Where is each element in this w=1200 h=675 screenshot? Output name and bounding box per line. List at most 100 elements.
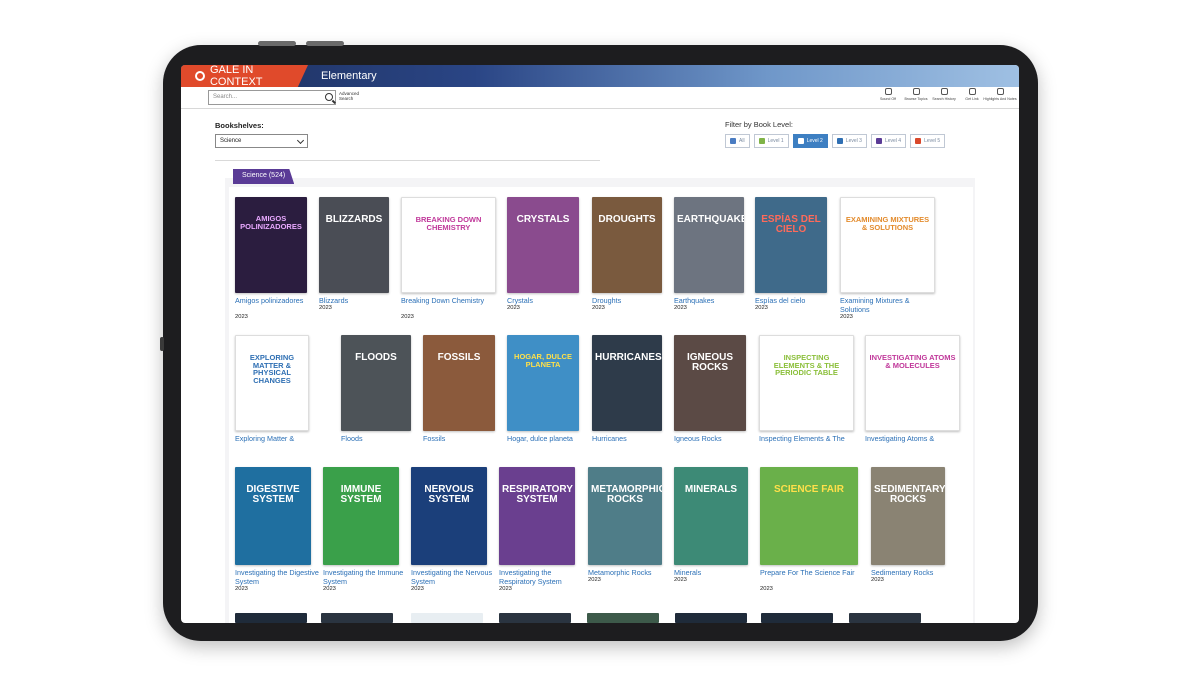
book-cover[interactable]: HOGAR, DULCE PLANETA [507,335,579,431]
book-cover[interactable]: METAMORPHIC ROCKS [588,467,662,565]
book-cover[interactable]: IGNEOUS ROCKS [674,335,746,431]
book-cover-peek[interactable] [235,613,307,623]
book-title-link[interactable]: Inspecting Elements & The [759,434,854,443]
book-cover-peek[interactable] [675,613,747,623]
book-cover-peek[interactable] [587,613,659,623]
book-cover[interactable]: EARTHQUAKES [674,197,744,293]
book-item[interactable]: BLIZZARDS Blizzards 2023 [319,197,389,323]
book-cover[interactable]: EXPLORING MATTER & PHYSICAL CHANGES [235,335,309,431]
book-title-link[interactable]: Crystals [507,296,595,305]
book-title-link[interactable]: Exploring Matter & [235,434,323,443]
book-item[interactable]: IMMUNE SYSTEM Investigating the Immune Sy… [323,467,403,595]
book-item[interactable]: FLOODS Floods [341,335,411,461]
book-cover[interactable]: BREAKING DOWN CHEMISTRY [401,197,496,293]
book-year: 2023 [499,586,512,592]
book-item[interactable]: BREAKING DOWN CHEMISTRY Breaking Down Che… [401,197,496,323]
book-title-link[interactable]: Investigating the Respiratory System [499,568,587,586]
book-cover[interactable]: FLOODS [341,335,411,431]
book-cover[interactable]: ESPÍAS DEL CIELO [755,197,827,293]
book-cover[interactable]: FOSSILS [423,335,495,431]
book-title-link[interactable]: Hogar, dulce planeta [507,434,595,443]
book-item[interactable]: IGNEOUS ROCKS Igneous Rocks [674,335,746,461]
search-input[interactable]: Search... [208,90,336,105]
tool-button[interactable]: Highlights And Notes [983,88,1017,101]
shelf-tab[interactable]: Science (524) [233,169,295,184]
book-cover[interactable]: NERVOUS SYSTEM [411,467,487,565]
book-item[interactable]: EXAMINING MIXTURES & SOLUTIONS Examining … [840,197,935,323]
book-cover[interactable]: DIGESTIVE SYSTEM [235,467,311,565]
book-item[interactable]: SEDIMENTARY ROCKS Sedimentary Rocks 2023 [871,467,945,595]
book-cover-peek[interactable] [411,613,483,623]
book-item[interactable]: EXPLORING MATTER & PHYSICAL CHANGES Explo… [235,335,309,461]
toolbar: Search... Advanced Search Sound Off Brows… [181,87,1019,109]
book-item[interactable]: HOGAR, DULCE PLANETA Hogar, dulce planeta [507,335,579,461]
book-title-link[interactable]: Prepare For The Science Fair [760,568,858,577]
book-cover-peek[interactable] [321,613,393,623]
book-cover-peek[interactable] [499,613,571,623]
book-title-link[interactable]: Earthquakes [674,296,762,305]
book-title-link[interactable]: Floods [341,434,429,443]
book-item[interactable]: HURRICANES Hurricanes [592,335,662,461]
book-item[interactable]: SCIENCE FAIR Prepare For The Science Fair… [760,467,858,595]
book-title-link[interactable]: Investigating the Nervous System [411,568,499,586]
book-item[interactable]: CRYSTALS Crystals 2023 [507,197,579,323]
book-cover[interactable]: CRYSTALS [507,197,579,293]
tool-button[interactable]: Sound Off [877,88,899,101]
book-cover[interactable]: IMMUNE SYSTEM [323,467,399,565]
search-icon[interactable] [325,93,333,101]
book-cover[interactable]: SCIENCE FAIR [760,467,858,565]
book-item[interactable]: ESPÍAS DEL CIELO Espías del cielo 2023 [755,197,827,323]
book-cover[interactable]: INVESTIGATING ATOMS & MOLECULES [865,335,960,431]
book-item[interactable]: FOSSILS Fossils [423,335,495,461]
book-title-link[interactable]: Metamorphic Rocks [588,568,676,577]
book-title-link[interactable]: Espías del cielo [755,296,843,305]
book-cover[interactable]: DROUGHTS [592,197,662,293]
level-filter-button[interactable]: Level 2 [792,134,828,148]
book-title-link[interactable]: Investigating Atoms & [865,434,960,443]
book-item[interactable]: INSPECTING ELEMENTS & THE PERIODIC TABLE… [759,335,854,461]
book-title-link[interactable]: Investigating the Immune System [323,568,411,586]
book-item[interactable]: AMIGOS POLINIZADORES Amigos polinizadores… [235,197,307,323]
advanced-search-link[interactable]: Advanced Search [339,91,359,101]
book-cover[interactable]: RESPIRATORY SYSTEM [499,467,575,565]
book-cover[interactable]: SEDIMENTARY ROCKS [871,467,945,565]
book-item[interactable]: METAMORPHIC ROCKS Metamorphic Rocks 2023 [588,467,662,595]
book-title-link[interactable]: Breaking Down Chemistry [401,296,496,305]
book-item[interactable]: NERVOUS SYSTEM Investigating the Nervous … [411,467,492,595]
book-title-link[interactable]: Blizzards [319,296,407,305]
book-cover-peek[interactable] [849,613,921,623]
bookshelf-select[interactable]: Science [215,134,308,148]
book-title-link[interactable]: Igneous Rocks [674,434,762,443]
level-filter-button[interactable]: Level 3 [831,134,867,148]
book-title-link[interactable]: Examining Mixtures & Solutions [840,296,935,314]
level-icon [730,138,736,144]
tool-button[interactable]: Get Link [961,88,983,101]
book-item[interactable]: EARTHQUAKESEarthquakes2023 [674,197,744,323]
book-item[interactable]: DROUGHTS Droughts 2023 [592,197,662,323]
book-title-link[interactable]: Fossils [423,434,511,443]
book-cover[interactable]: BLIZZARDS [319,197,389,293]
book-cover[interactable]: INSPECTING ELEMENTS & THE PERIODIC TABLE [759,335,854,431]
book-title-link[interactable]: Sedimentary Rocks [871,568,959,577]
tool-button[interactable]: Browse Topics [904,88,928,101]
book-cover-peek[interactable] [761,613,833,623]
book-title-link[interactable]: Investigating the Digestive System [235,568,323,586]
book-title-link[interactable]: Droughts [592,296,680,305]
book-item[interactable]: DIGESTIVE SYSTEM Investigating the Digest… [235,467,319,595]
book-cover[interactable]: AMIGOS POLINIZADORES [235,197,307,293]
level-filter-button[interactable]: All [725,134,750,148]
brand-logo[interactable]: GALE IN CONTEXT [181,65,308,87]
book-title-link[interactable]: Amigos polinizadores [235,296,323,305]
tool-button[interactable]: Search History [932,88,956,101]
book-cover[interactable]: EXAMINING MIXTURES & SOLUTIONS [840,197,935,293]
level-filter-button[interactable]: Level 5 [910,134,946,148]
level-filter-button[interactable]: Level 4 [870,134,907,148]
book-cover[interactable]: MINERALS [674,467,748,565]
book-item[interactable]: RESPIRATORY SYSTEM Investigating the Resp… [499,467,575,595]
book-item[interactable]: MINERALS Minerals 2023 [674,467,748,595]
book-title-link[interactable]: Minerals [674,568,762,577]
book-cover[interactable]: HURRICANES [592,335,662,431]
book-item[interactable]: INVESTIGATING ATOMS & MOLECULES Investiga… [865,335,960,461]
book-title-link[interactable]: Hurricanes [592,434,680,443]
level-filter-button[interactable]: Level 1 [753,134,789,148]
